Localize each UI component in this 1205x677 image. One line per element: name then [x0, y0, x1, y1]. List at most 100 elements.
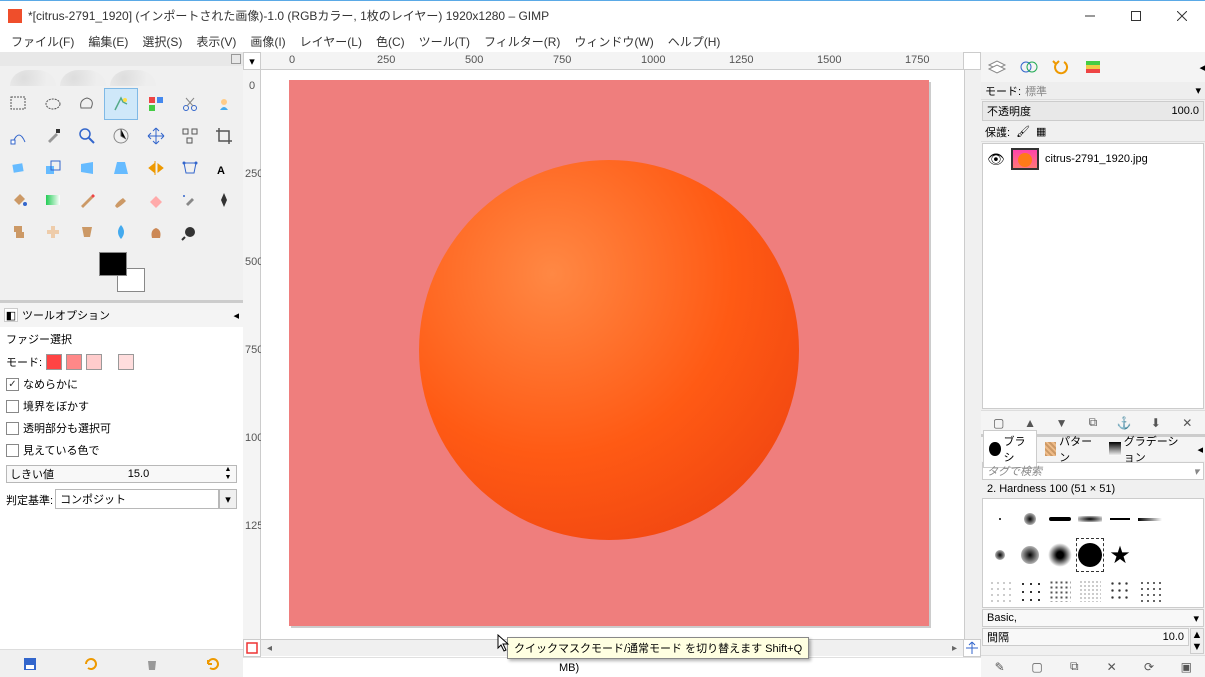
- delete-brush-button[interactable]: ✕: [1103, 659, 1121, 675]
- image-menu-button[interactable]: ▾: [243, 52, 261, 70]
- duplicate-layer-button[interactable]: ⧉: [1083, 414, 1103, 432]
- image-canvas[interactable]: [289, 80, 929, 626]
- lower-layer-button[interactable]: ▼: [1052, 414, 1072, 432]
- menu-colors[interactable]: 色(C): [369, 30, 412, 53]
- zoom-tool[interactable]: [70, 120, 104, 152]
- dodge-burn-tool[interactable]: [173, 216, 207, 248]
- new-layer-button[interactable]: ▢: [989, 414, 1009, 432]
- free-select-tool[interactable]: [70, 88, 104, 120]
- channels-tab-icon[interactable]: [1015, 54, 1043, 80]
- crop-tool[interactable]: [207, 120, 241, 152]
- refresh-brushes-button[interactable]: ⟳: [1140, 659, 1158, 675]
- foreground-select-tool[interactable]: [207, 88, 241, 120]
- feather-checkbox[interactable]: [6, 400, 19, 413]
- navigation-button[interactable]: [963, 639, 981, 657]
- layer-thumbnail[interactable]: [1011, 148, 1039, 170]
- minimize-button[interactable]: [1067, 1, 1113, 31]
- menu-image[interactable]: 画像(I): [243, 30, 292, 53]
- bucket-fill-tool[interactable]: [2, 184, 36, 216]
- delete-layer-button[interactable]: ✕: [1177, 414, 1197, 432]
- color-picker-tool[interactable]: [36, 120, 70, 152]
- brush-preset-combo[interactable]: Basic,▾: [982, 609, 1204, 627]
- heal-tool[interactable]: [36, 216, 70, 248]
- sample-merged-checkbox[interactable]: [6, 444, 19, 457]
- layer-list[interactable]: 👁 citrus-2791_1920.jpg: [982, 143, 1204, 409]
- fg-bg-colors[interactable]: [0, 250, 243, 300]
- fuzzy-select-tool[interactable]: [104, 88, 138, 120]
- delete-preset-icon[interactable]: [143, 655, 161, 673]
- perspective-tool[interactable]: [104, 152, 138, 184]
- menu-windows[interactable]: ウィンドウ(W): [567, 30, 660, 53]
- clone-tool[interactable]: [2, 216, 36, 248]
- lock-alpha-icon[interactable]: ▦: [1036, 125, 1046, 138]
- paths-tool[interactable]: [2, 120, 36, 152]
- criterion-combo-button[interactable]: ▾: [219, 489, 237, 509]
- tool-options-tab-icon[interactable]: ◧: [4, 308, 18, 322]
- rect-select-tool[interactable]: [2, 88, 36, 120]
- menu-select[interactable]: 選択(S): [135, 30, 189, 53]
- mode-subtract-icon[interactable]: [86, 354, 102, 370]
- align-tool[interactable]: [173, 120, 207, 152]
- close-button[interactable]: [1159, 1, 1205, 31]
- reset-preset-icon[interactable]: [204, 655, 222, 673]
- text-tool[interactable]: A: [207, 152, 241, 184]
- layer-row[interactable]: 👁 citrus-2791_1920.jpg: [983, 144, 1203, 174]
- mode-add-icon[interactable]: [66, 354, 82, 370]
- save-preset-icon[interactable]: [21, 655, 39, 673]
- rotate-tool[interactable]: [2, 152, 36, 184]
- mode-intersect-icon[interactable]: [118, 354, 134, 370]
- scale-tool[interactable]: [36, 152, 70, 184]
- dock-menu-icon[interactable]: ◂: [1199, 61, 1205, 74]
- scissors-tool[interactable]: [173, 88, 207, 120]
- blend-tool[interactable]: [36, 184, 70, 216]
- airbrush-tool[interactable]: [173, 184, 207, 216]
- smudge-tool[interactable]: [139, 216, 173, 248]
- move-tool[interactable]: [139, 120, 173, 152]
- layers-tab-icon[interactable]: [983, 54, 1011, 80]
- blur-tool[interactable]: [104, 216, 138, 248]
- undo-tab-icon[interactable]: [1047, 54, 1075, 80]
- shear-tool[interactable]: [70, 152, 104, 184]
- ink-tool[interactable]: [207, 184, 241, 216]
- raise-layer-button[interactable]: ▲: [1020, 414, 1040, 432]
- menu-edit[interactable]: 編集(E): [81, 30, 135, 53]
- criterion-combo[interactable]: コンポジット: [55, 489, 219, 509]
- threshold-slider[interactable]: しきい値 15.0 ▲▼: [6, 465, 237, 483]
- gradients-tab[interactable]: グラデーション: [1103, 430, 1193, 468]
- select-transparent-checkbox[interactable]: [6, 422, 19, 435]
- ruler-vertical[interactable]: 0 250 500 750 1000 1250: [243, 70, 261, 639]
- layer-mode-value[interactable]: 標準: [1025, 83, 1047, 99]
- new-brush-button[interactable]: ▢: [1028, 659, 1046, 675]
- menu-layer[interactable]: レイヤー(L): [293, 30, 369, 53]
- dock-menu-icon[interactable]: ◂: [233, 309, 239, 322]
- opacity-slider[interactable]: 不透明度 100.0: [982, 101, 1204, 121]
- by-color-select-tool[interactable]: [139, 88, 173, 120]
- layer-name[interactable]: citrus-2791_1920.jpg: [1045, 153, 1148, 165]
- brush-spacing-slider[interactable]: 間隔10.0: [982, 628, 1189, 646]
- menu-view[interactable]: 表示(V): [189, 30, 243, 53]
- paintbrush-tool[interactable]: [104, 184, 138, 216]
- patterns-tab[interactable]: パターン: [1039, 430, 1102, 468]
- paths-tab-icon[interactable]: [1079, 54, 1107, 80]
- layer-visibility-icon[interactable]: 👁: [987, 151, 1005, 168]
- cage-tool[interactable]: [173, 152, 207, 184]
- canvas[interactable]: [261, 70, 964, 639]
- open-as-image-button[interactable]: ▣: [1177, 659, 1195, 675]
- flip-tool[interactable]: [139, 152, 173, 184]
- dock-menu-icon[interactable]: ◂: [1197, 443, 1203, 456]
- menu-help[interactable]: ヘルプ(H): [661, 30, 728, 53]
- menu-file[interactable]: ファイル(F): [4, 30, 81, 53]
- edit-brush-button[interactable]: ✎: [991, 659, 1009, 675]
- menu-tools[interactable]: ツール(T): [412, 30, 477, 53]
- merge-down-button[interactable]: ⬇: [1146, 414, 1166, 432]
- zoom-fit-button[interactable]: [963, 52, 981, 70]
- vertical-scrollbar[interactable]: [964, 70, 981, 639]
- brush-grid[interactable]: ★: [982, 498, 1204, 608]
- ruler-horizontal[interactable]: 0 250 500 750 1000 1250 1500 1750: [261, 52, 963, 70]
- quick-mask-toggle[interactable]: [243, 639, 261, 657]
- perspective-clone-tool[interactable]: [70, 216, 104, 248]
- measure-tool[interactable]: [104, 120, 138, 152]
- duplicate-brush-button[interactable]: ⧉: [1065, 659, 1083, 675]
- ellipse-select-tool[interactable]: [36, 88, 70, 120]
- eraser-tool[interactable]: [139, 184, 173, 216]
